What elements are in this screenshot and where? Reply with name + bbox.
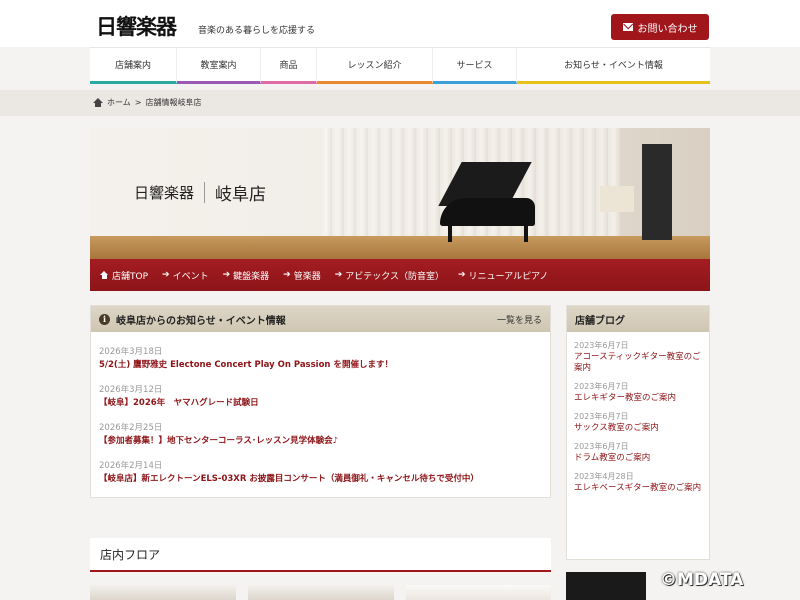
news-more-link[interactable]: 一覧を見る: [497, 313, 542, 326]
hero-branch: 岐阜店: [215, 185, 267, 205]
blog-panel-title: 店舗ブログ: [567, 306, 709, 332]
home-icon: [93, 98, 103, 107]
arrow-right-icon: ➔: [457, 270, 466, 280]
list-item[interactable]: 2026年2月25日 【参加者募集！】地下センターコーラス･レッスン見学体験会♪: [99, 422, 550, 448]
blog-date: 2023年4月28日: [574, 472, 634, 481]
nav-item-services[interactable]: サービス: [433, 48, 517, 84]
news-date: 2026年2月14日: [99, 461, 163, 471]
blog-date: 2023年6月7日: [574, 442, 629, 451]
subnav-item-renewal-piano[interactable]: ➔ リニューアルピアノ: [458, 269, 548, 282]
hero-title: 日響楽器 岐阜店: [134, 180, 266, 205]
list-item[interactable]: 2023年6月7日 アコースティックギター教室のご案内: [574, 340, 709, 374]
piano-leg: [524, 224, 528, 242]
blog-date: 2023年6月7日: [574, 382, 629, 391]
blog-banner-image[interactable]: [566, 572, 646, 600]
subnav-label: アビテックス（防音室）: [345, 271, 444, 282]
news-panel-header: i 岐阜店からのお知らせ・イベント情報 一覧を見る: [91, 306, 550, 332]
nav-label: サービス: [456, 61, 493, 71]
blog-link[interactable]: エレキギター教室のご案内: [574, 393, 704, 404]
blog-date: 2023年6月7日: [574, 412, 629, 421]
list-item[interactable]: 2023年6月7日 サックス教室のご案内: [574, 411, 709, 434]
mail-icon: [622, 23, 633, 31]
news-panel-title: i 岐阜店からのお知らせ・イベント情報: [99, 312, 286, 327]
tagline: 音楽のある暮らしを応援する: [198, 26, 316, 36]
contact-button[interactable]: お問い合わせ: [611, 14, 709, 40]
nav-item-store[interactable]: 店舗案内: [90, 48, 177, 84]
subnav-item-events[interactable]: ➔ イベント: [162, 269, 209, 282]
arrow-right-icon: ➔: [334, 270, 343, 280]
grand-piano-image: [440, 198, 535, 226]
floor-photo[interactable]: [406, 585, 551, 600]
subnav-label: イベント: [172, 271, 209, 282]
home-icon: [100, 271, 109, 279]
hero-banner: 日響楽器 岐阜店: [90, 128, 710, 259]
subnav-label: 管楽器: [293, 271, 321, 282]
nav-label: 店舗案内: [114, 61, 151, 71]
list-item[interactable]: 2026年2月14日 【岐阜店】新エレクトーンELS-03XR お披露目コンサー…: [99, 460, 550, 486]
arrow-right-icon: ➔: [162, 270, 170, 280]
list-item[interactable]: 2026年3月18日 5/2(土) 鷹野雅史 Electone Concert …: [99, 346, 550, 372]
nav-label: お知らせ・イベント情報: [564, 61, 663, 71]
news-link[interactable]: 【岐阜】2026年 ヤマハグレード試験日: [99, 396, 550, 410]
store-subnav: 店舗TOP ➔ イベント ➔ 鍵盤楽器 ➔ 管楽器 ➔ アビテックス（防音室） …: [90, 259, 710, 291]
floor-section-title: 店内フロア: [90, 538, 551, 572]
subnav-label: 店舗TOP: [112, 271, 149, 282]
watermark: ©MDATA: [660, 570, 744, 590]
list-item[interactable]: 2023年6月7日 エレキギター教室のご案内: [574, 381, 709, 404]
list-item[interactable]: 2026年3月12日 【岐阜】2026年 ヤマハグレード試験日: [99, 384, 550, 410]
site-header: 日響楽器 音楽のある暮らしを応援する お問い合わせ: [0, 0, 800, 47]
breadcrumb-home[interactable]: ホーム: [107, 97, 131, 108]
stage-floor-image: [90, 236, 710, 259]
blog-link[interactable]: エレキベースギター教室のご案内: [574, 483, 704, 494]
news-panel: i 岐阜店からのお知らせ・イベント情報 一覧を見る 2026年3月18日 5/2…: [90, 305, 551, 498]
floor-photo[interactable]: [90, 585, 236, 600]
nav-item-classes[interactable]: 教室案内: [177, 48, 261, 84]
site-logo[interactable]: 日響楽器: [96, 14, 177, 39]
piano-leg: [448, 224, 452, 242]
subnav-item-wind[interactable]: ➔ 管楽器: [283, 269, 321, 282]
chair-image: [600, 186, 634, 212]
info-icon: i: [99, 313, 110, 325]
floor-photo[interactable]: [248, 585, 394, 600]
nav-label: 商品: [279, 61, 298, 71]
nav-label: レッスン紹介: [347, 61, 402, 71]
nav-label: 教室案内: [200, 61, 237, 71]
news-link[interactable]: 【岐阜店】新エレクトーンELS-03XR お披露目コンサート（満員御礼・キャンセ…: [99, 472, 550, 486]
subnav-item-store-top[interactable]: 店舗TOP: [100, 269, 148, 282]
breadcrumb-current: 店舗情報岐阜店: [145, 98, 202, 107]
subnav-label: 鍵盤楽器: [233, 271, 270, 282]
speaker-cabinet-image: [642, 144, 672, 240]
news-title-text: 岐阜店からのお知らせ・イベント情報: [116, 315, 286, 327]
logo-text: 日響楽器: [96, 14, 177, 39]
arrow-right-icon: ➔: [222, 270, 231, 280]
news-date: 2026年2月25日: [99, 423, 163, 433]
contact-button-label: お問い合わせ: [637, 23, 698, 35]
list-item[interactable]: 2023年6月7日 ドラム教室のご案内: [574, 441, 709, 464]
subnav-label: リニューアルピアノ: [468, 271, 549, 282]
hero-brand: 日響楽器: [134, 182, 206, 203]
blog-link[interactable]: ドラム教室のご案内: [574, 453, 704, 464]
breadcrumb-separator: >: [134, 98, 142, 107]
nav-item-news[interactable]: お知らせ・イベント情報: [517, 48, 710, 84]
subnav-item-keyboard[interactable]: ➔ 鍵盤楽器: [223, 269, 270, 282]
blog-link[interactable]: アコースティックギター教室のご案内: [574, 352, 704, 374]
arrow-right-icon: ➔: [283, 270, 291, 280]
breadcrumb: ホーム > 店舗情報岐阜店: [93, 97, 201, 108]
news-date: 2026年3月12日: [99, 385, 163, 395]
news-date: 2026年3月18日: [99, 347, 163, 357]
news-list: 2026年3月18日 5/2(土) 鷹野雅史 Electone Concert …: [91, 332, 550, 486]
news-link[interactable]: 【参加者募集！】地下センターコーラス･レッスン見学体験会♪: [99, 434, 550, 448]
blog-link[interactable]: サックス教室のご案内: [574, 423, 704, 434]
nav-item-products[interactable]: 商品: [261, 48, 317, 84]
global-nav: 店舗案内 教室案内 商品 レッスン紹介 サービス お知らせ・イベント情報: [90, 47, 710, 84]
list-item[interactable]: 2023年4月28日 エレキベースギター教室のご案内: [574, 471, 709, 494]
blog-panel: 店舗ブログ 2023年6月7日 アコースティックギター教室のご案内 2023年6…: [566, 305, 710, 560]
news-link[interactable]: 5/2(土) 鷹野雅史 Electone Concert Play On Pas…: [99, 358, 550, 372]
nav-item-lessons[interactable]: レッスン紹介: [317, 48, 433, 84]
blog-list: 2023年6月7日 アコースティックギター教室のご案内 2023年6月7日 エレ…: [567, 332, 709, 494]
blog-date: 2023年6月7日: [574, 341, 629, 350]
subnav-item-avitecs[interactable]: ➔ アビテックス（防音室）: [335, 269, 444, 282]
